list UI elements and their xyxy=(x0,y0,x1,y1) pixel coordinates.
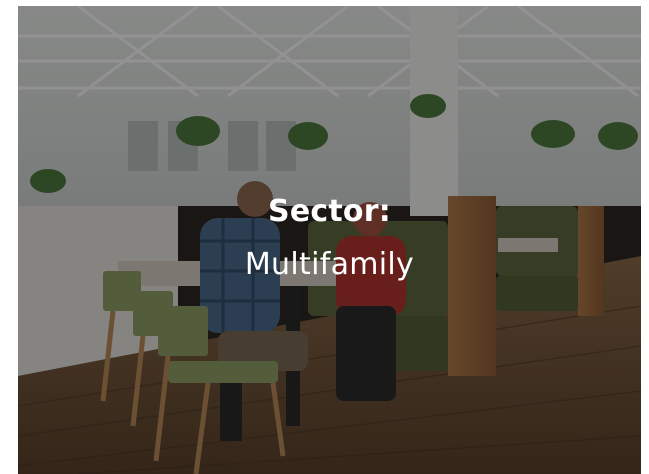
sector-value: Multifamily xyxy=(244,247,415,282)
sector-caption: Sector: Multifamily xyxy=(18,192,641,288)
sector-label: Sector: xyxy=(268,194,391,229)
sector-card[interactable]: Sector: Multifamily xyxy=(18,6,641,474)
